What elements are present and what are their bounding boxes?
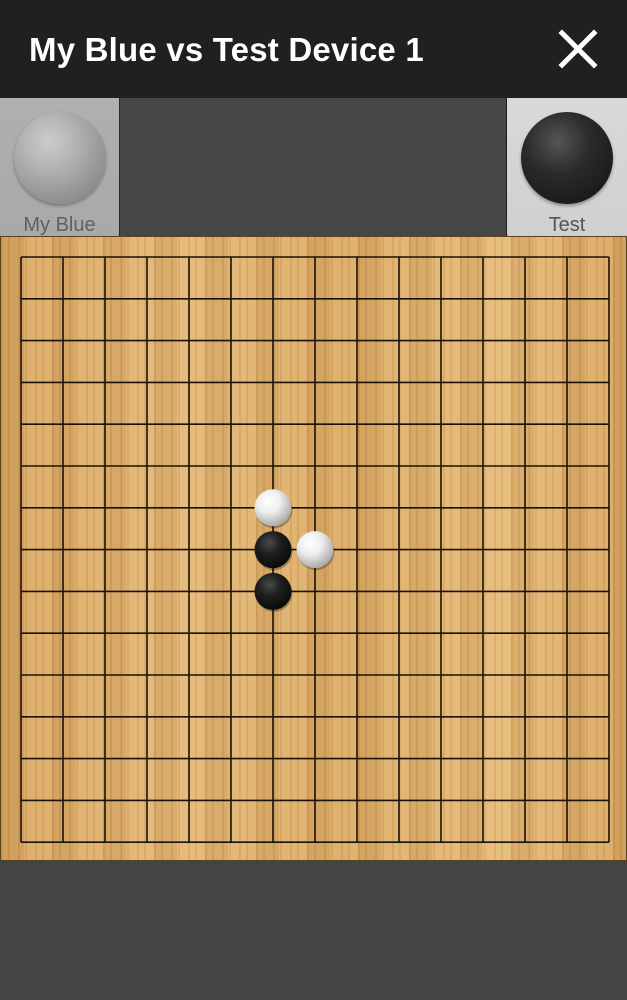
board-grid[interactable] xyxy=(1,237,626,860)
white-stone-icon xyxy=(14,112,106,204)
player-card-left: My Blue xyxy=(0,98,120,245)
black-stone xyxy=(254,531,292,569)
player-name-left: My Blue xyxy=(23,214,96,236)
app-bar: My Blue vs Test Device 1 xyxy=(0,0,627,98)
white-stone xyxy=(296,531,334,569)
player-name-right: Test xyxy=(548,214,586,236)
page-title: My Blue vs Test Device 1 xyxy=(29,31,424,68)
black-stone-icon xyxy=(521,112,613,204)
bottom-panel xyxy=(0,861,627,1000)
close-button[interactable] xyxy=(552,23,604,75)
close-icon xyxy=(558,29,598,69)
black-stone xyxy=(254,572,292,610)
white-stone xyxy=(254,489,292,527)
game-board[interactable] xyxy=(0,236,627,861)
player-card-right: Test xyxy=(506,98,627,245)
